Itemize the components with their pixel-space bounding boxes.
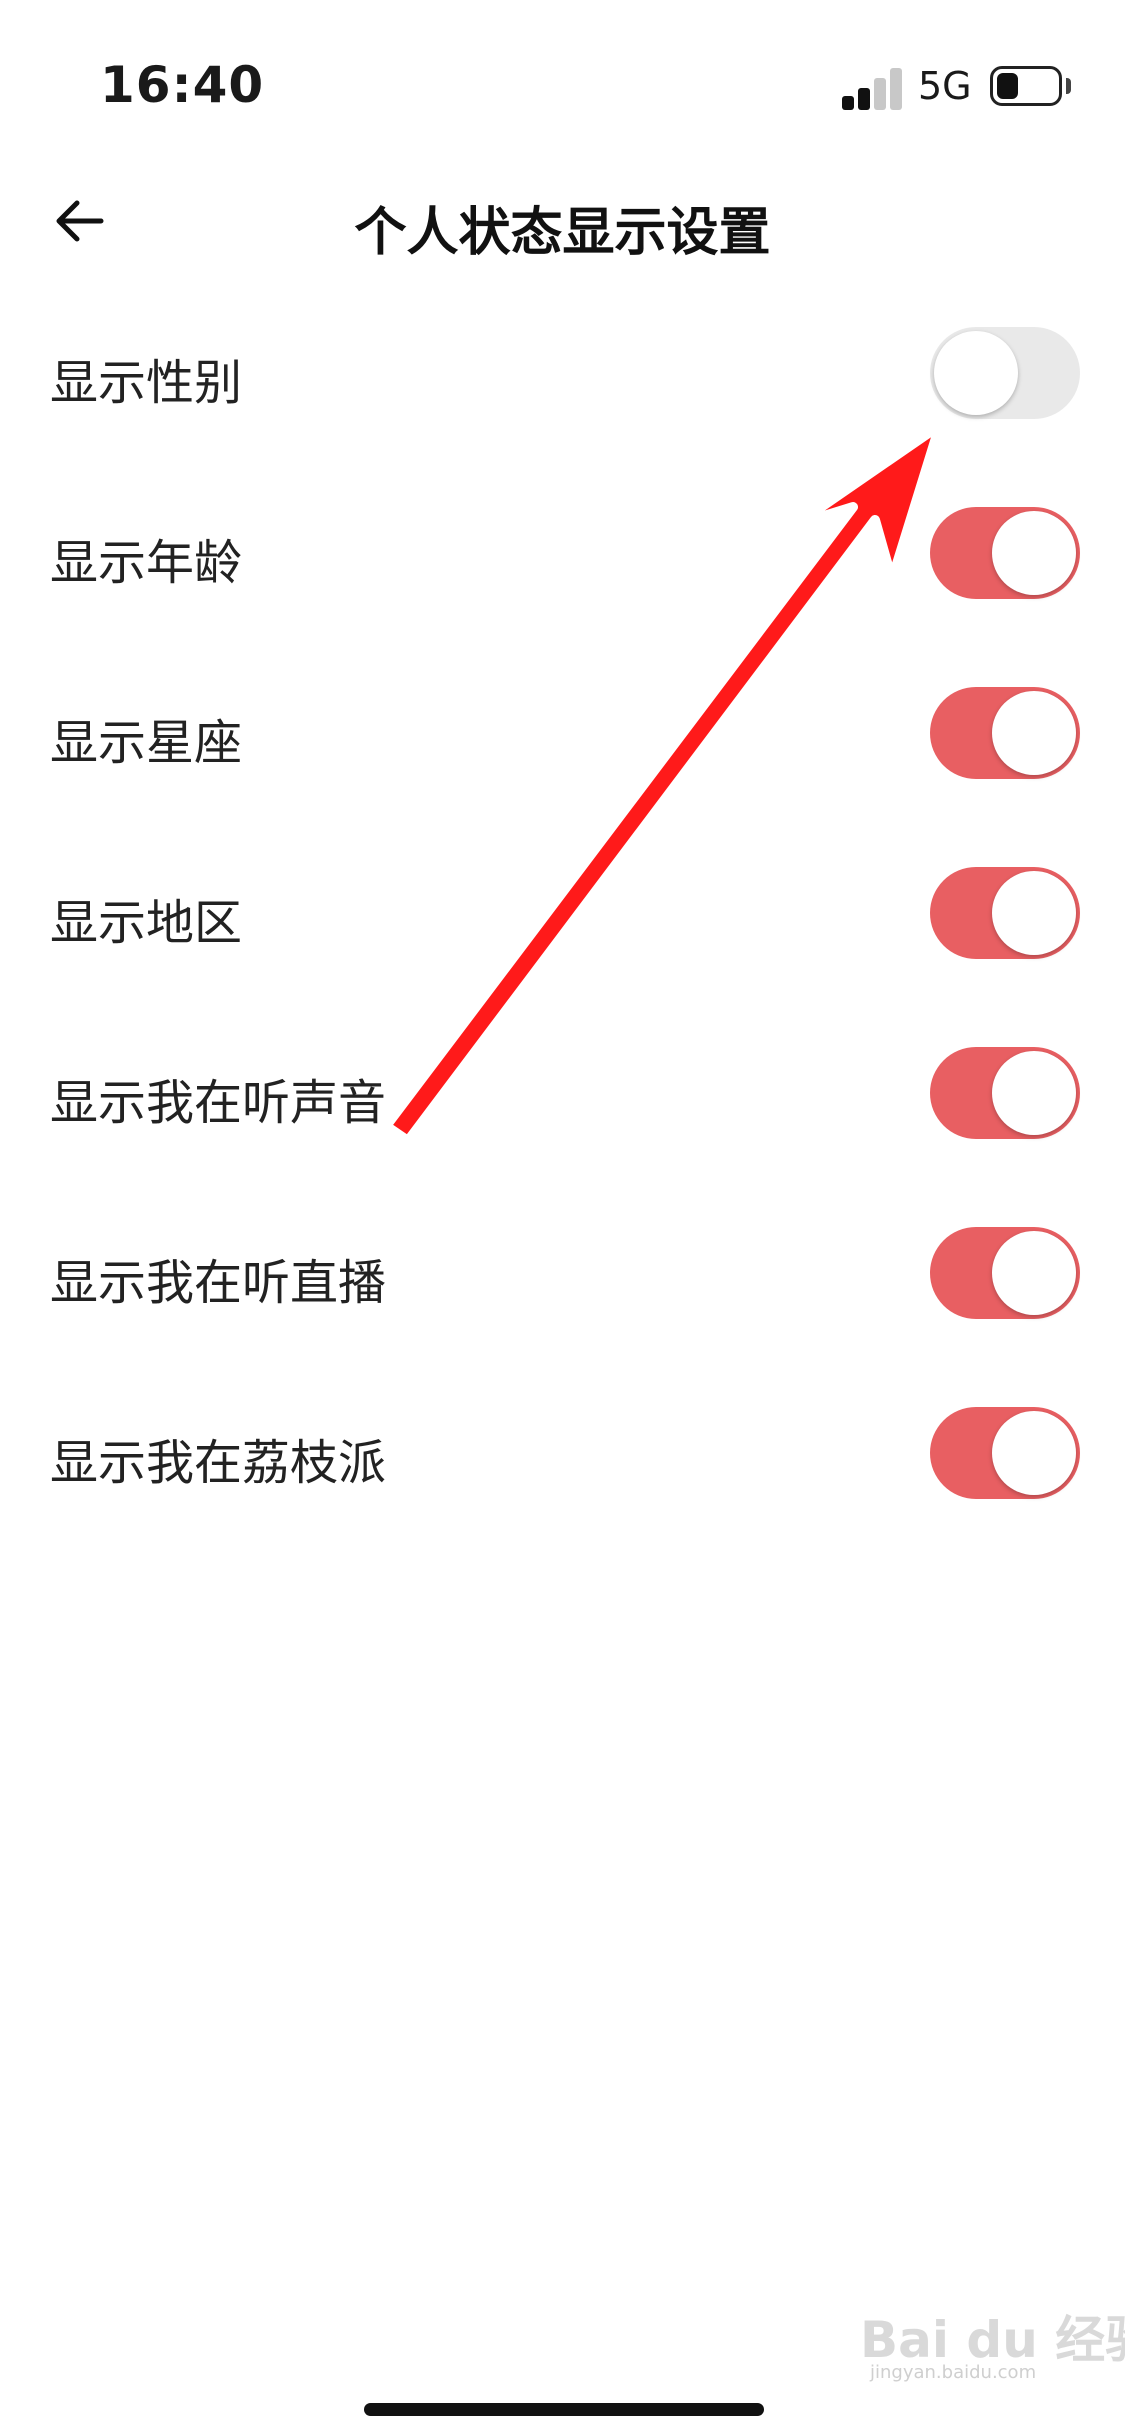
- setting-label: 显示我在听直播: [50, 1255, 387, 1311]
- toggle-knob: [992, 691, 1076, 775]
- show-gender-toggle[interactable]: [930, 327, 1080, 419]
- show-zodiac-toggle[interactable]: [930, 687, 1080, 779]
- status-bar: 16:40 5G: [0, 0, 1125, 140]
- show-listening-audio-toggle[interactable]: [930, 1047, 1080, 1139]
- status-time: 16:40: [100, 56, 265, 114]
- setting-row-listening-live: 显示我在听直播: [0, 1183, 1125, 1363]
- setting-label: 显示性别: [50, 355, 243, 411]
- setting-label: 显示我在听声音: [50, 1075, 387, 1131]
- setting-label: 显示年龄: [50, 535, 243, 591]
- show-lizhi-party-toggle[interactable]: [930, 1407, 1080, 1499]
- toggle-knob: [992, 1411, 1076, 1495]
- watermark-url: jingyan.baidu.com: [870, 2362, 1037, 2383]
- setting-label: 显示地区: [50, 895, 243, 951]
- show-region-toggle[interactable]: [930, 867, 1080, 959]
- battery-icon: [990, 66, 1062, 106]
- show-age-toggle[interactable]: [930, 507, 1080, 599]
- setting-row-age: 显示年龄: [0, 463, 1125, 643]
- nav-bar: 个人状态显示设置: [0, 160, 1125, 280]
- setting-row-gender: 显示性别: [0, 283, 1125, 463]
- toggle-knob: [992, 511, 1076, 595]
- settings-list: 显示性别 显示年龄 显示星座 显示地区 显示我在听声音 显示我在听直播 显示我在…: [0, 283, 1125, 1543]
- setting-row-lizhi-party: 显示我在荔枝派: [0, 1363, 1125, 1543]
- setting-row-zodiac: 显示星座: [0, 643, 1125, 823]
- setting-row-listening-audio: 显示我在听声音: [0, 1003, 1125, 1183]
- page-title: 个人状态显示设置: [354, 203, 771, 263]
- setting-row-region: 显示地区: [0, 823, 1125, 1003]
- network-type: 5G: [918, 64, 972, 108]
- setting-label: 显示我在荔枝派: [50, 1435, 387, 1491]
- baidu-watermark: Bai du 经验 jingyan.baidu.com: [860, 2300, 1125, 2383]
- signal-strength-icon: [842, 66, 904, 110]
- toggle-knob: [992, 871, 1076, 955]
- home-indicator[interactable]: [364, 2403, 764, 2416]
- toggle-knob: [992, 1051, 1076, 1135]
- setting-label: 显示星座: [50, 715, 243, 771]
- show-listening-live-toggle[interactable]: [930, 1227, 1080, 1319]
- toggle-knob: [992, 1231, 1076, 1315]
- battery-cap: [1066, 78, 1071, 94]
- toggle-knob: [934, 331, 1018, 415]
